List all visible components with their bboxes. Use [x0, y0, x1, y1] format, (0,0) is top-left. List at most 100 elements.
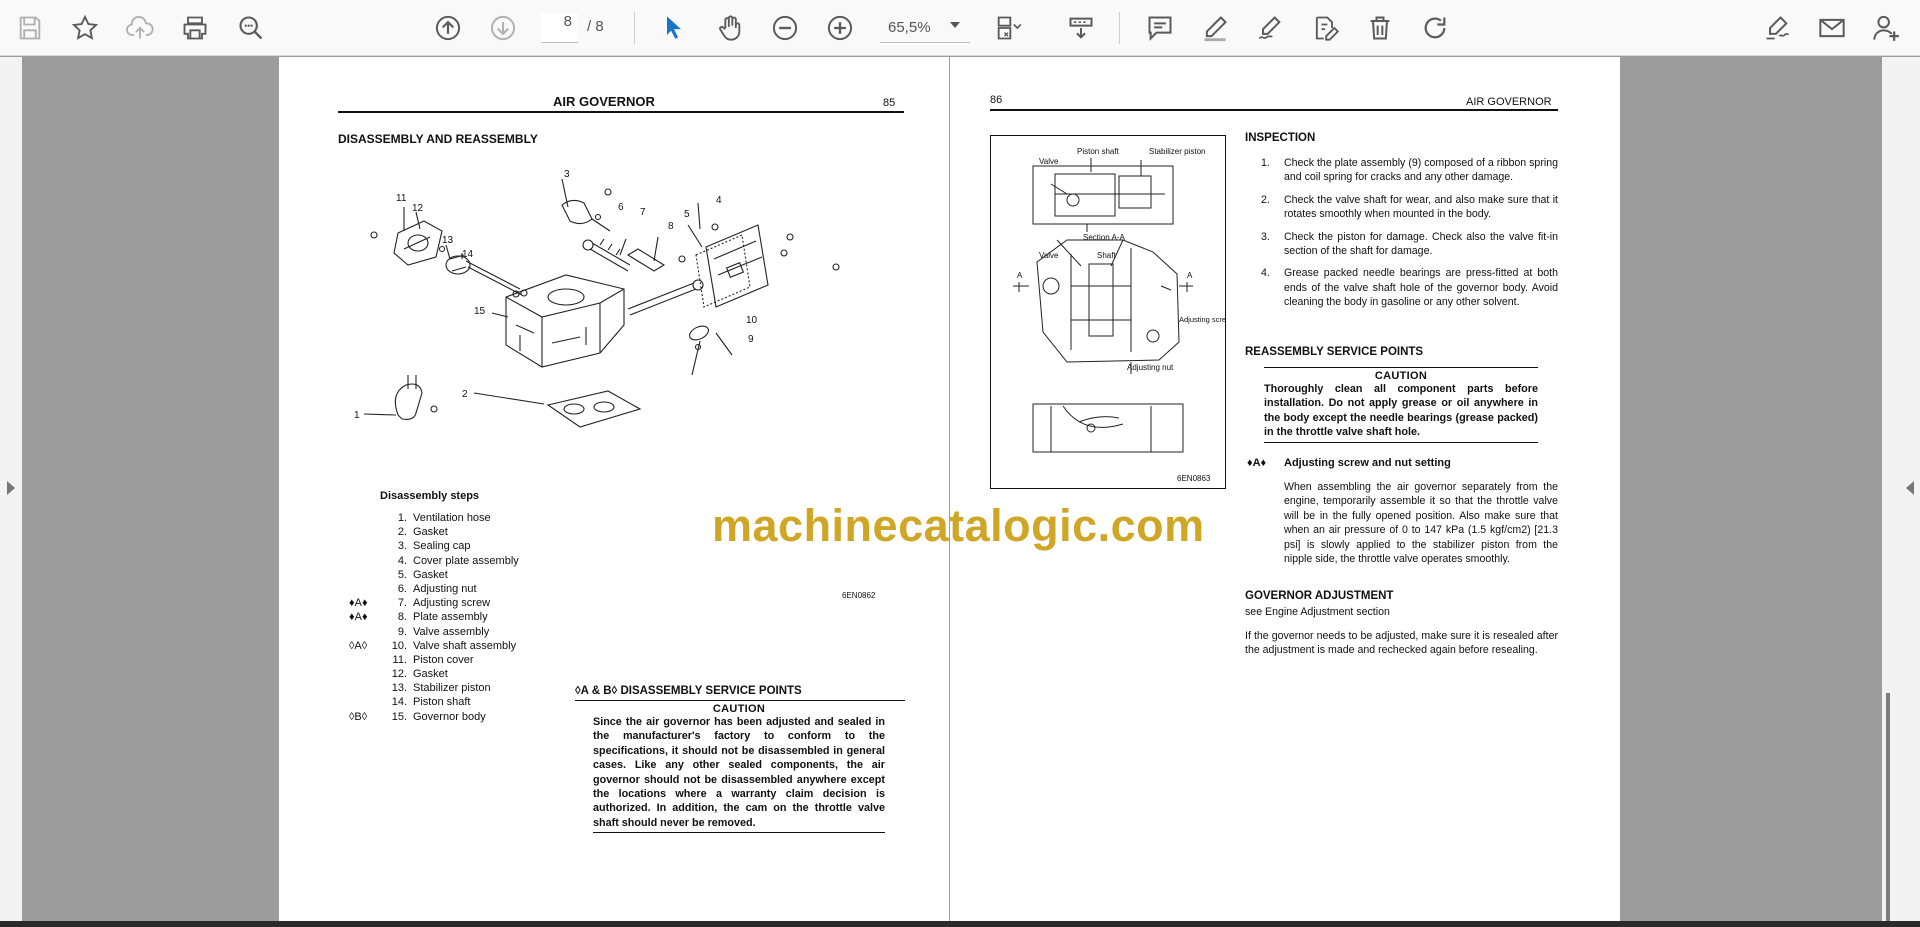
- page-display-icon[interactable]: [990, 10, 1026, 46]
- page-total: / 8: [587, 18, 604, 35]
- step-label: Sealing cap: [413, 540, 471, 553]
- label-shaft: Shaft: [1097, 251, 1116, 260]
- print-icon[interactable]: [177, 10, 213, 46]
- label-a-right: A: [1187, 271, 1193, 280]
- callout-7: 7: [640, 207, 646, 218]
- label-stabilizer-piston: Stabilizer piston: [1149, 147, 1205, 156]
- step-number: 1.: [397, 512, 407, 524]
- expand-right-panel-icon[interactable]: [1906, 481, 1914, 495]
- governor-adjustment-subtitle: see Engine Adjustment section: [1245, 606, 1390, 618]
- step-label: Piston shaft: [413, 696, 471, 709]
- step-number: 15.: [391, 710, 407, 723]
- select-arrow-icon[interactable]: [656, 10, 692, 46]
- document-page-85: AIR GOVERNOR 85 DISASSEMBLY AND REASSEMB…: [279, 57, 949, 927]
- scroll-mode-icon[interactable]: [1063, 10, 1099, 46]
- step-number: 7.: [397, 597, 407, 610]
- list-item: 4. Cover plate assembly: [349, 555, 679, 569]
- item-number: 3.: [1261, 230, 1270, 243]
- comment-icon[interactable]: [1142, 10, 1178, 46]
- list-item: 2. Check the valve shaft for wear, and al…: [1245, 193, 1558, 222]
- list-item: 11. Piston cover: [349, 654, 679, 668]
- toolbar-divider: [634, 12, 635, 44]
- steps-title: Disassembly steps: [380, 490, 480, 502]
- list-item: 9. Valve assembly: [349, 626, 679, 640]
- step-label: Stabilizer piston: [413, 682, 491, 695]
- zoom-in-icon[interactable]: [822, 10, 858, 46]
- label-section-aa: Section A-A: [1083, 233, 1125, 242]
- step-mark: ♦A♦: [349, 597, 368, 610]
- list-item: ♦A♦ 7. Adjusting screw: [349, 597, 679, 611]
- service-rule: [575, 700, 905, 701]
- callout-12: 12: [412, 203, 424, 214]
- adjusting-mark: ♦A♦: [1247, 457, 1267, 469]
- service-points-title: ◊A & B◊ DISASSEMBLY SERVICE POINTS: [575, 685, 802, 697]
- vertical-scrollbar[interactable]: [1886, 693, 1890, 923]
- next-page-icon[interactable]: [485, 10, 521, 46]
- caution-title: CAUTION: [1374, 370, 1428, 382]
- highlight-pen-icon[interactable]: [1197, 10, 1233, 46]
- step-number: 14.: [391, 696, 407, 709]
- zoom-search-icon[interactable]: [233, 10, 269, 46]
- callout-5: 5: [684, 209, 690, 220]
- zoom-level-select[interactable]: 65,5%: [880, 13, 970, 43]
- step-label: Ventilation hose: [413, 512, 491, 524]
- zoom-out-icon[interactable]: [767, 10, 803, 46]
- figure-code: 6EN0863: [1177, 474, 1211, 483]
- governor-adjustment-title: GOVERNOR ADJUSTMENT: [1245, 590, 1394, 602]
- callout-9: 9: [748, 334, 754, 345]
- chevron-down-icon[interactable]: [950, 22, 960, 28]
- list-item: 4. Grease packed needle bearings are pres…: [1245, 266, 1558, 309]
- list-item: ◊A◊ 10. Valve shaft assembly: [349, 640, 679, 654]
- rotate-icon[interactable]: [1417, 10, 1453, 46]
- section-figure: Piston shaft Stabilizer piston Valve Sec…: [1013, 147, 1232, 483]
- page-number-input[interactable]: 8: [541, 13, 578, 43]
- callout-4: 4: [716, 195, 722, 206]
- section-figure-frame: Piston shaft Stabilizer piston Valve Sec…: [990, 135, 1232, 489]
- page-header-title: AIR GOVERNOR: [1466, 96, 1552, 108]
- step-number: 12.: [391, 668, 407, 681]
- caution-box: CAUTION Since the air governor has been …: [593, 703, 885, 834]
- callout-15: 15: [474, 306, 486, 317]
- delete-icon[interactable]: [1362, 10, 1398, 46]
- bookmark-star-icon[interactable]: [67, 10, 103, 46]
- previous-page-icon[interactable]: [430, 10, 466, 46]
- step-number: 9.: [397, 625, 407, 638]
- upload-icon[interactable]: [122, 10, 158, 46]
- step-label: Valve assembly: [413, 625, 490, 638]
- page-number: 86: [990, 94, 1003, 106]
- step-label: Gasket: [413, 668, 448, 681]
- save-icon[interactable]: [12, 10, 48, 46]
- page-header-title: AIR GOVERNOR: [553, 94, 655, 109]
- step-label: Gasket: [413, 568, 448, 581]
- email-icon[interactable]: [1814, 10, 1850, 46]
- exploded-view-figure: 1 2 3 4 5 6 7 8 9 10 11 12 13 14 15: [354, 169, 840, 428]
- left-panel-gutter[interactable]: [0, 57, 22, 927]
- step-label: Adjusting screw: [413, 597, 491, 610]
- caution-text: Thoroughly clean all component parts bef…: [1264, 383, 1538, 439]
- adjusting-text: When assembling the air governor separat…: [1284, 481, 1558, 566]
- expand-left-panel-icon[interactable]: [7, 481, 15, 495]
- item-number: 4.: [1261, 267, 1270, 280]
- add-user-icon[interactable]: [1868, 10, 1904, 46]
- document-viewer[interactable]: AIR GOVERNOR 85 DISASSEMBLY AND REASSEMB…: [0, 57, 1920, 927]
- hand-tool-icon[interactable]: [712, 10, 748, 46]
- governor-adjustment-text: If the governor needs to be adjusted, ma…: [1245, 630, 1558, 657]
- fill-sign-icon[interactable]: [1759, 10, 1795, 46]
- list-item: 1. Check the plate assembly (9) composed …: [1245, 156, 1558, 185]
- draw-icon[interactable]: [1252, 10, 1288, 46]
- inspection-title: INSPECTION: [1245, 132, 1316, 144]
- label-valve-mid: Valve: [1039, 251, 1059, 260]
- caution-box: CAUTION Thoroughly clean all component p…: [1264, 367, 1538, 443]
- stamp-edit-icon[interactable]: [1307, 10, 1343, 46]
- step-label: Governor body: [413, 710, 486, 723]
- figure-code: 6EN0862: [842, 591, 876, 600]
- callout-14: 14: [462, 249, 474, 260]
- step-number: 13.: [391, 682, 407, 695]
- step-number: 3.: [397, 540, 407, 553]
- label-a-left: A: [1017, 271, 1023, 280]
- step-number: 4.: [397, 554, 407, 567]
- step-label: Gasket: [413, 526, 448, 539]
- step-number: 6.: [397, 582, 407, 595]
- watermark-text: machinecatalogic.com: [712, 500, 1205, 551]
- step-mark: ♦A♦: [349, 611, 368, 624]
